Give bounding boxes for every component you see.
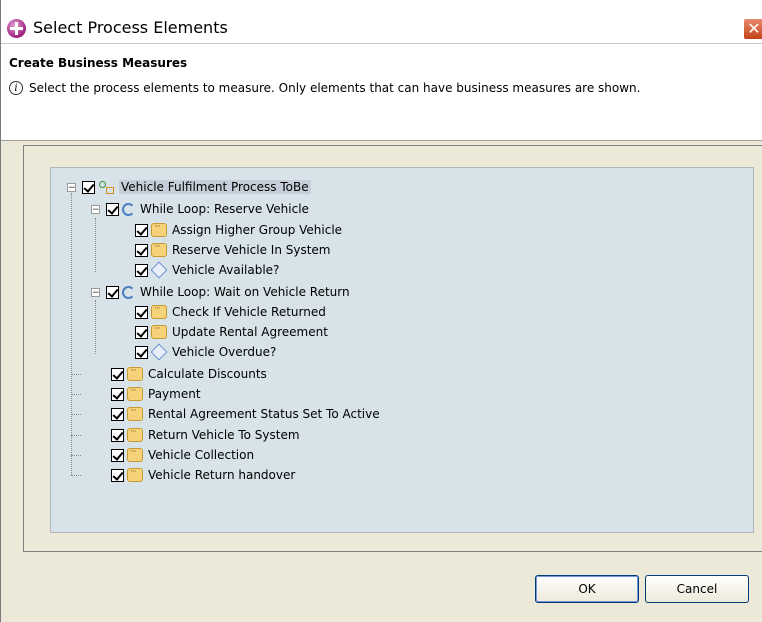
tree-item-label: While Loop: Wait on Vehicle Return [140,285,350,299]
checkbox-checked[interactable] [111,428,124,442]
dialog-header: Create Business Measures i Select the pr… [1,44,762,141]
tree-item-label: Vehicle Return handover [148,468,296,482]
tree-connector [71,374,81,375]
collapse-toggle[interactable]: − [91,204,100,214]
task-icon [127,406,143,421]
header-message: Select the process elements to measure. … [29,81,641,95]
tree-item[interactable]: Vehicle Available? [135,260,279,280]
tree-connector [71,435,81,436]
tree-item-label: Reserve Vehicle In System [172,243,331,257]
tree-item-label: Assign Higher Group Vehicle [172,223,343,237]
tree-item[interactable]: Payment [111,384,201,404]
tree-item[interactable]: Check If Vehicle Returned [135,302,326,322]
tree-connector [71,193,72,475]
process-icon [98,180,114,194]
checkbox-checked[interactable] [111,407,124,421]
tree-item-label: Calculate Discounts [148,367,267,381]
select-process-elements-dialog: Select Process Elements ✕ Create Busines… [0,0,762,622]
task-icon [151,222,167,237]
task-icon [127,467,143,482]
tree-item-loop-wait-on-return[interactable]: − While Loop: Wait on Vehicle Return [91,282,350,302]
tree-connector [71,414,81,415]
decision-icon [150,343,168,361]
tree-connector [71,455,81,456]
task-icon [151,324,167,339]
tree-item-label: Vehicle Available? [172,263,280,277]
tree-item[interactable]: Assign Higher Group Vehicle [135,220,342,240]
tree-item-label: Check If Vehicle Returned [172,305,326,319]
tree-item[interactable]: Reserve Vehicle In System [135,240,330,260]
tree-item-label: Return Vehicle To System [148,428,300,442]
tree-item-label: While Loop: Reserve Vehicle [140,202,309,216]
tree-item[interactable]: Rental Agreement Status Set To Active [111,404,380,424]
checkbox-checked[interactable] [135,305,148,319]
tree-item-label: Vehicle Overdue? [172,345,277,359]
tree-item[interactable]: Calculate Discounts [111,364,267,384]
header-title: Create Business Measures [9,56,188,70]
decision-icon [150,261,168,279]
checkbox-checked[interactable] [111,367,124,381]
checkbox-checked[interactable] [135,325,148,339]
title-bar[interactable]: Select Process Elements ✕ [1,0,762,44]
task-icon [151,242,167,257]
close-button[interactable]: ✕ [743,18,762,40]
tree-item[interactable]: Return Vehicle To System [111,425,300,445]
checkbox-checked[interactable] [135,345,148,359]
checkbox-checked[interactable] [82,180,95,194]
tree-item[interactable]: Vehicle Collection [111,445,254,465]
tree-item-loop-reserve-vehicle[interactable]: − While Loop: Reserve Vehicle [91,199,309,219]
collapse-toggle[interactable]: − [91,287,100,297]
tree-item[interactable]: Vehicle Return handover [111,465,295,485]
task-icon [127,447,143,462]
tree-item[interactable]: Vehicle Overdue? [135,342,276,362]
tree-connector [71,475,81,476]
checkbox-checked[interactable] [111,448,124,462]
ok-button[interactable]: OK [535,575,639,603]
checkbox-checked[interactable] [111,468,124,482]
checkbox-checked[interactable] [106,285,119,299]
cancel-button[interactable]: Cancel [645,575,749,603]
tree-item[interactable]: Update Rental Agreement [135,322,328,342]
loop-icon [122,285,135,299]
info-icon: i [9,81,23,95]
loop-icon [122,202,135,216]
tree-connector [71,394,81,395]
tree-connector [95,300,96,354]
task-icon [127,366,143,381]
task-icon [127,386,143,401]
tree-item-label: Payment [148,387,201,401]
tree-connector [95,218,96,272]
checkbox-checked[interactable] [135,243,148,257]
window-title: Select Process Elements [33,18,228,37]
tree-item-label: Update Rental Agreement [172,325,328,339]
tree-item-label: Vehicle Collection [148,448,255,462]
task-icon [151,304,167,319]
checkbox-checked[interactable] [135,223,148,237]
tree-item-root[interactable]: − Vehicle Fulfilment Process ToBe [67,177,311,197]
checkbox-checked[interactable] [111,387,124,401]
checkbox-checked[interactable] [135,263,148,277]
checkbox-checked[interactable] [106,202,119,216]
app-icon [7,19,26,38]
collapse-toggle[interactable]: − [67,182,76,192]
tree-item-label: Rental Agreement Status Set To Active [148,407,380,421]
task-icon [127,427,143,442]
tree-item-label: Vehicle Fulfilment Process ToBe [119,180,311,194]
